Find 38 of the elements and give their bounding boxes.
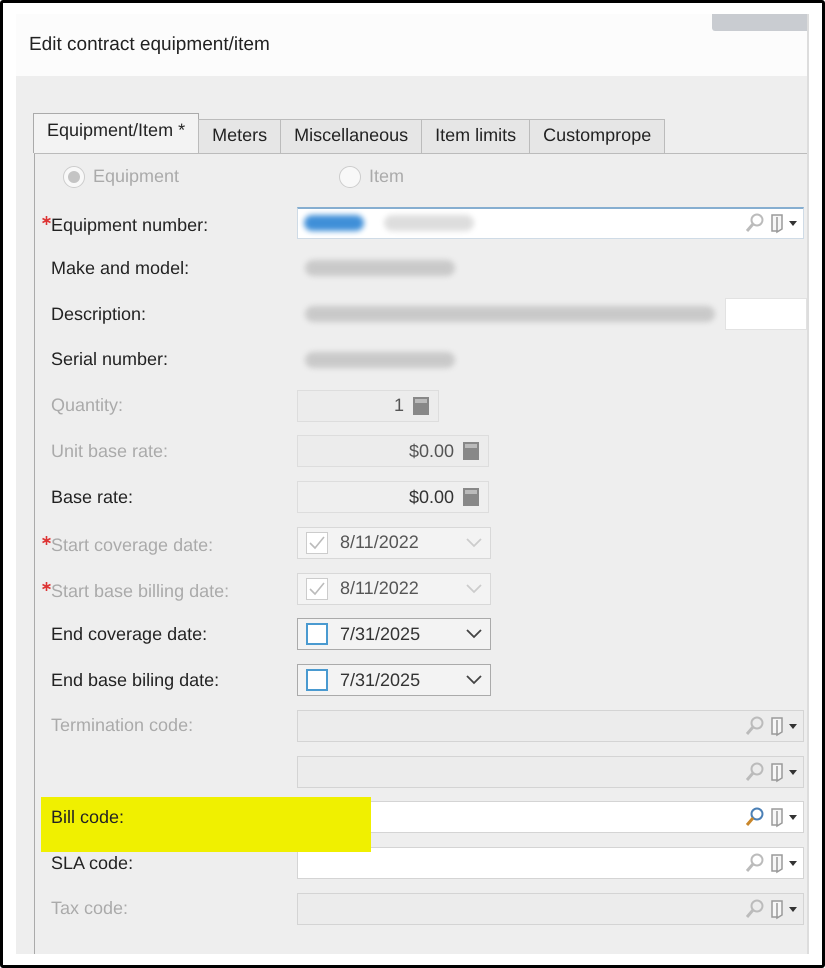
checkbox[interactable] bbox=[306, 669, 328, 692]
calculator-icon[interactable] bbox=[462, 487, 480, 508]
number-field[interactable]: $0.00 bbox=[297, 481, 489, 514]
search-icon[interactable] bbox=[745, 212, 765, 234]
lookup-field[interactable] bbox=[297, 847, 804, 880]
field-label: Bill code: bbox=[51, 806, 124, 827]
field-label: SLA code: bbox=[51, 852, 134, 873]
tab[interactable]: Equipment/Item * bbox=[33, 113, 200, 153]
field-label: Equipment number: bbox=[51, 215, 208, 236]
window-title: Edit contract equipment/item bbox=[29, 34, 270, 56]
tab[interactable]: Meters bbox=[198, 119, 282, 153]
chevron-down-icon[interactable] bbox=[466, 675, 482, 686]
field-label: Unit base rate: bbox=[51, 440, 168, 461]
field-label: Start coverage date: bbox=[51, 535, 214, 556]
tab[interactable]: Customprope bbox=[529, 119, 666, 153]
checkbox[interactable] bbox=[306, 623, 328, 646]
field-label: Quantity: bbox=[51, 395, 124, 416]
field-label: Base rate: bbox=[51, 486, 134, 507]
field-label: Serial number: bbox=[51, 349, 168, 370]
tab[interactable]: Item limits bbox=[421, 119, 530, 153]
field-label: Description: bbox=[51, 304, 146, 324]
header-button[interactable] bbox=[712, 14, 807, 31]
lookup-field[interactable] bbox=[297, 206, 804, 239]
date-field[interactable]: 7/31/2025 bbox=[297, 618, 491, 650]
field-label: Make and model: bbox=[51, 258, 190, 278]
search-icon[interactable] bbox=[745, 806, 765, 828]
date-field[interactable]: 7/31/2025 bbox=[297, 664, 491, 696]
chevron-down-icon[interactable] bbox=[466, 629, 482, 640]
radio-label: Item bbox=[369, 166, 404, 188]
search-icon[interactable] bbox=[745, 852, 765, 874]
tab[interactable]: Miscellaneous bbox=[280, 119, 422, 153]
field-label: Tax code: bbox=[51, 898, 128, 918]
field-label: Termination code: bbox=[51, 715, 194, 736]
field-label: End base biling date: bbox=[51, 670, 220, 690]
field-label: End coverage date: bbox=[51, 624, 208, 644]
field-label: Start base billing date: bbox=[51, 581, 230, 602]
input-field[interactable] bbox=[725, 298, 807, 330]
radio-label: Equipment bbox=[93, 166, 180, 188]
